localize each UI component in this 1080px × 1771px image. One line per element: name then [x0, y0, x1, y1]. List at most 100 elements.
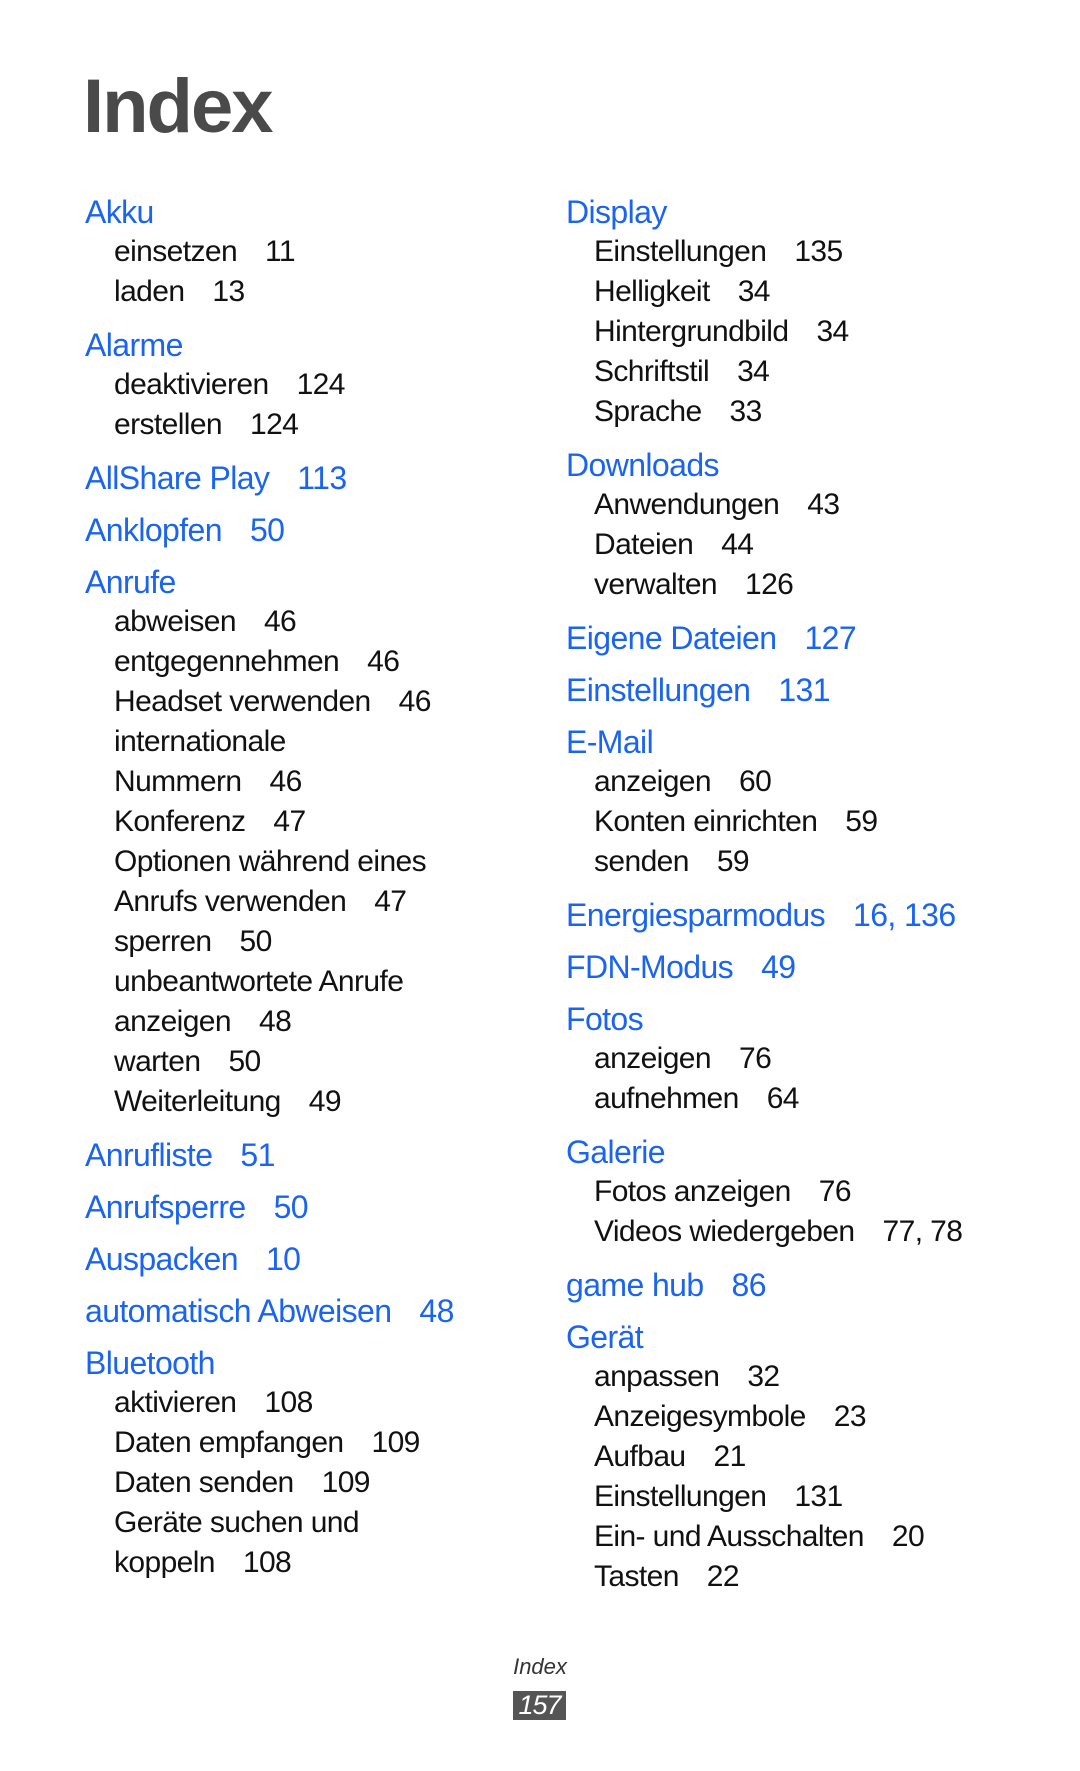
- subentry-page-ref[interactable]: 109: [322, 1466, 371, 1499]
- subentry-page-ref[interactable]: 59: [845, 805, 878, 838]
- subentry-page-ref[interactable]: 109: [372, 1426, 421, 1459]
- subentry-line: warten 50: [114, 1042, 525, 1082]
- subentry-page-ref[interactable]: 124: [250, 408, 299, 441]
- index-heading[interactable]: Gerät: [566, 1317, 1036, 1357]
- index-page-ref[interactable]: 50: [250, 512, 285, 548]
- subentry-page-ref[interactable]: 46: [367, 645, 400, 678]
- index-heading[interactable]: game hub 86: [566, 1265, 1036, 1305]
- index-entry: Auspacken 10: [85, 1239, 525, 1279]
- index-heading[interactable]: Anrufsperre 50: [85, 1187, 525, 1227]
- subentry-page-ref[interactable]: 44: [721, 528, 754, 561]
- index-page-ref[interactable]: 49: [761, 949, 796, 985]
- index-subentry: anzeigen 60: [566, 762, 1036, 802]
- index-page-ref[interactable]: 131: [778, 672, 830, 708]
- subentry-page-ref[interactable]: 46: [264, 605, 297, 638]
- subentry-page-ref[interactable]: 34: [816, 315, 849, 348]
- subentry-term: anzeigen: [594, 765, 712, 798]
- index-heading[interactable]: Anrufe: [85, 562, 525, 602]
- index-heading[interactable]: Alarme: [85, 325, 525, 365]
- subentry-term: deaktivieren: [114, 368, 269, 401]
- index-heading[interactable]: Einstellungen 131: [566, 670, 1036, 710]
- subentry-page-ref[interactable]: 34: [738, 275, 771, 308]
- index-heading[interactable]: Anklopfen 50: [85, 510, 525, 550]
- subentry-page-ref[interactable]: 124: [297, 368, 346, 401]
- subentry-page-ref[interactable]: 50: [228, 1045, 261, 1078]
- subentry-page-ref[interactable]: 60: [739, 765, 772, 798]
- index-subentry: anzeigen 76: [566, 1039, 1036, 1079]
- index-heading[interactable]: E-Mail: [566, 722, 1036, 762]
- subentry-page-ref[interactable]: 33: [730, 395, 763, 428]
- subentry-page-ref[interactable]: 22: [707, 1560, 740, 1593]
- index-heading[interactable]: Auspacken 10: [85, 1239, 525, 1279]
- subentry-page-ref[interactable]: 77, 78: [883, 1215, 963, 1248]
- index-heading[interactable]: Galerie: [566, 1132, 1036, 1172]
- subentry-page-ref[interactable]: 135: [794, 235, 843, 268]
- index-entry: Display Einstellungen 135 Helligkeit 34 Hinte…: [566, 192, 1036, 432]
- index-page-ref[interactable]: 51: [240, 1137, 275, 1173]
- subentry-page-ref[interactable]: 46: [270, 765, 303, 798]
- subentry-line: anpassen 32: [594, 1357, 1036, 1397]
- index-page-ref[interactable]: 16, 136: [853, 897, 956, 933]
- index-heading[interactable]: Downloads: [566, 445, 1036, 485]
- index-heading[interactable]: automatisch Abweisen 48: [85, 1291, 525, 1331]
- index-subentry: Aufbau 21: [566, 1437, 1036, 1477]
- subentry-line: erstellen 124: [114, 405, 525, 445]
- footer-section-label: Index: [513, 1654, 567, 1679]
- subentry-line: entgegennehmen 46: [114, 642, 525, 682]
- index-heading[interactable]: Energiesparmodus 16, 136: [566, 895, 1036, 935]
- index-heading[interactable]: Anrufliste 51: [85, 1135, 525, 1175]
- subentry-page-ref[interactable]: 108: [264, 1386, 313, 1419]
- subentry-line: anzeigen 60: [594, 762, 1036, 802]
- subentry-page-ref[interactable]: 46: [399, 685, 432, 718]
- index-term: Eigene Dateien: [566, 620, 777, 656]
- subentry-page-ref[interactable]: 11: [265, 235, 296, 268]
- subentry-page-ref[interactable]: 34: [737, 355, 770, 388]
- subentry-page-ref[interactable]: 48: [259, 1005, 292, 1038]
- index-heading[interactable]: FDN-Modus 49: [566, 947, 1036, 987]
- index-subentry: Fotos anzeigen 76: [566, 1172, 1036, 1212]
- index-entry: automatisch Abweisen 48: [85, 1291, 525, 1331]
- subentry-page-ref[interactable]: 50: [240, 925, 273, 958]
- index-heading[interactable]: Bluetooth: [85, 1343, 525, 1383]
- index-entry: AllShare Play 113: [85, 458, 525, 498]
- subentry-page-ref[interactable]: 49: [309, 1085, 342, 1118]
- index-page-ref[interactable]: 50: [274, 1189, 309, 1225]
- index-heading[interactable]: Fotos: [566, 999, 1036, 1039]
- subentry-term: Geräte suchen und: [114, 1506, 360, 1539]
- subentry-page-ref[interactable]: 126: [745, 568, 794, 601]
- subentry-page-ref[interactable]: 64: [767, 1082, 800, 1115]
- index-page-ref[interactable]: 48: [419, 1293, 454, 1329]
- subentry-page-ref[interactable]: 20: [892, 1520, 925, 1553]
- subentry-page-ref[interactable]: 131: [794, 1480, 843, 1513]
- index-column-left: Akku einsetzen 11 laden 13 Alarme deaktivieren…: [85, 192, 525, 1583]
- index-subentry: erstellen 124: [85, 405, 525, 445]
- subentry-page-ref[interactable]: 76: [739, 1042, 772, 1075]
- subentry-page-ref[interactable]: 43: [807, 488, 840, 521]
- index-page-ref[interactable]: 113: [297, 460, 347, 496]
- subentry-term: Schriftstil: [594, 355, 710, 388]
- subentry-line: Anwendungen 43: [594, 485, 1036, 525]
- index-term: game hub: [566, 1267, 704, 1303]
- index-term: Anrufe: [85, 564, 176, 600]
- index-entry: Energiesparmodus 16, 136: [566, 895, 1036, 935]
- index-heading[interactable]: AllShare Play 113: [85, 458, 525, 498]
- index-page-ref[interactable]: 127: [804, 620, 856, 656]
- page-title: Index: [83, 64, 273, 149]
- subentry-page-ref[interactable]: 76: [819, 1175, 852, 1208]
- subentry-page-ref[interactable]: 108: [243, 1546, 292, 1579]
- index-page-ref[interactable]: 86: [732, 1267, 767, 1303]
- index-heading[interactable]: Akku: [85, 192, 525, 232]
- index-entry: Alarme deaktivieren 124 erstellen 124: [85, 325, 525, 445]
- subentry-page-ref[interactable]: 13: [212, 275, 245, 308]
- subentry-page-ref[interactable]: 23: [834, 1400, 867, 1433]
- subentry-term: anzeigen: [594, 1042, 712, 1075]
- subentry-page-ref[interactable]: 47: [374, 885, 407, 918]
- index-heading[interactable]: Eigene Dateien 127: [566, 618, 1036, 658]
- subentry-page-ref[interactable]: 47: [273, 805, 306, 838]
- subentry-page-ref[interactable]: 59: [717, 845, 750, 878]
- index-heading[interactable]: Display: [566, 192, 1036, 232]
- index-page-ref[interactable]: 10: [266, 1241, 301, 1277]
- subentry-term: Headset verwenden: [114, 685, 371, 718]
- subentry-page-ref[interactable]: 32: [747, 1360, 780, 1393]
- subentry-page-ref[interactable]: 21: [713, 1440, 746, 1473]
